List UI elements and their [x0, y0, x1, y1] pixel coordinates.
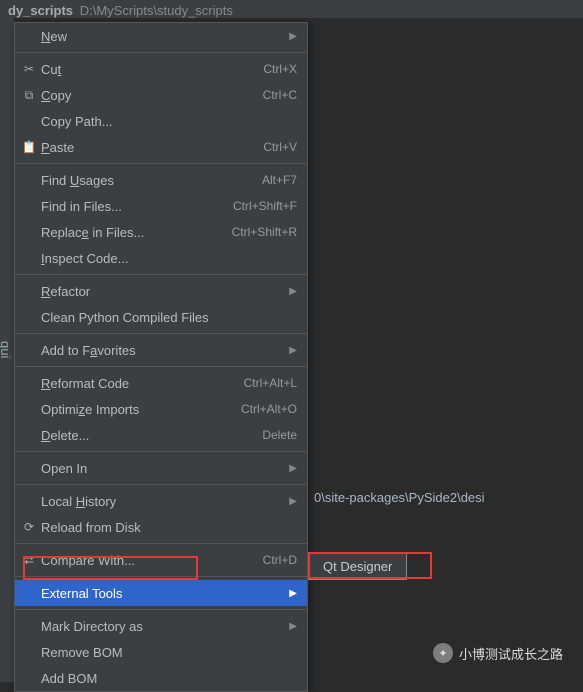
wechat-icon: ✦ — [433, 643, 453, 663]
chevron-right-icon: ▶ — [289, 345, 297, 356]
menu-separator — [15, 543, 307, 544]
project-name: dy_scripts — [8, 3, 73, 18]
copy-icon: ⧉ — [21, 88, 37, 103]
menu-inspect-code[interactable]: Inspect Code... — [15, 245, 307, 271]
menu-separator — [15, 451, 307, 452]
menu-separator — [15, 333, 307, 334]
menu-external-tools[interactable]: External Tools▶ — [15, 580, 307, 606]
menu-separator — [15, 366, 307, 367]
external-tools-submenu: Qt Designer — [308, 553, 407, 580]
menu-refactor[interactable]: Refactor▶ — [15, 278, 307, 304]
menu-separator — [15, 163, 307, 164]
menu-open-in[interactable]: Open In▶ — [15, 455, 307, 481]
menu-add-bom[interactable]: Add BOM — [15, 665, 307, 691]
compare-icon: ⮂ — [21, 553, 37, 568]
context-menu: New▶ ✂ CutCtrl+X ⧉ CopyCtrl+C Copy Path.… — [14, 22, 308, 692]
menu-paste[interactable]: 📋 PasteCtrl+V — [15, 134, 307, 160]
project-path: D:\MyScripts\study_scripts — [80, 3, 233, 18]
menu-separator — [15, 52, 307, 53]
menu-separator — [15, 576, 307, 577]
menu-cut[interactable]: ✂ CutCtrl+X — [15, 56, 307, 82]
chevron-right-icon: ▶ — [289, 286, 297, 297]
menu-separator — [15, 609, 307, 610]
chevron-right-icon: ▶ — [289, 588, 297, 599]
chevron-right-icon: ▶ — [289, 496, 297, 507]
breadcrumb: dy_scripts D:\MyScripts\study_scripts — [0, 0, 583, 18]
menu-reformat-code[interactable]: Reformat CodeCtrl+Alt+L — [15, 370, 307, 396]
cut-icon: ✂ — [21, 62, 37, 76]
tool-window-bar: gui Sc — [0, 18, 14, 683]
menu-remove-bom[interactable]: Remove BOM — [15, 639, 307, 665]
menu-separator — [15, 484, 307, 485]
menu-optimize-imports[interactable]: Optimize ImportsCtrl+Alt+O — [15, 396, 307, 422]
chevron-right-icon: ▶ — [289, 31, 297, 42]
menu-clean-python[interactable]: Clean Python Compiled Files — [15, 304, 307, 330]
menu-separator — [15, 274, 307, 275]
menu-add-to-favorites[interactable]: Add to Favorites▶ — [15, 337, 307, 363]
code-line: 0\site-packages\PySide2\desi — [314, 488, 583, 508]
menu-compare-with[interactable]: ⮂ Compare With...Ctrl+D — [15, 547, 307, 573]
menu-mark-directory-as[interactable]: Mark Directory as▶ — [15, 613, 307, 639]
menu-find-in-files[interactable]: Find in Files...Ctrl+Shift+F — [15, 193, 307, 219]
menu-copy[interactable]: ⧉ CopyCtrl+C — [15, 82, 307, 108]
gutter-item[interactable]: gui — [0, 18, 14, 683]
watermark: ✦ 小博测试成长之路 — [433, 643, 563, 663]
paste-icon: 📋 — [21, 140, 37, 154]
chevron-right-icon: ▶ — [289, 463, 297, 474]
menu-reload-from-disk[interactable]: ⟳ Reload from Disk — [15, 514, 307, 540]
reload-icon: ⟳ — [21, 520, 37, 534]
menu-new[interactable]: New▶ — [15, 23, 307, 49]
menu-delete[interactable]: Delete...Delete — [15, 422, 307, 448]
menu-replace-in-files[interactable]: Replace in Files...Ctrl+Shift+R — [15, 219, 307, 245]
menu-local-history[interactable]: Local History▶ — [15, 488, 307, 514]
menu-find-usages[interactable]: Find UsagesAlt+F7 — [15, 167, 307, 193]
menu-copy-path[interactable]: Copy Path... — [15, 108, 307, 134]
watermark-text: 小博测试成长之路 — [459, 644, 563, 663]
chevron-right-icon: ▶ — [289, 621, 297, 632]
submenu-qt-designer[interactable]: Qt Designer — [309, 554, 406, 579]
